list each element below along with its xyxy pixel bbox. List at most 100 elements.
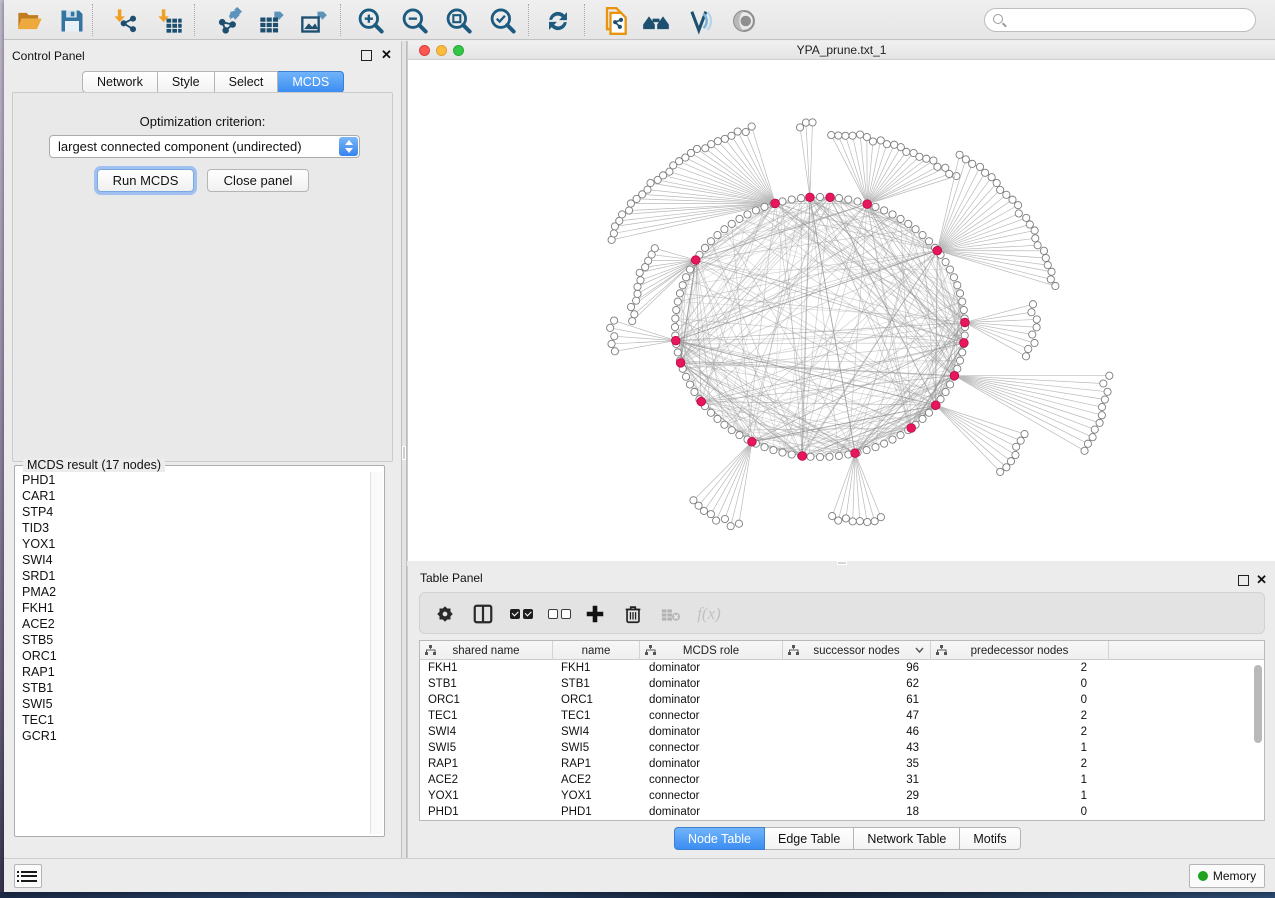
column-header-successor-nodes[interactable]: successor nodes <box>783 641 931 660</box>
zoom-in-button[interactable] <box>356 7 384 35</box>
table-cell-name: SWI5 <box>553 740 640 756</box>
tab-network-table[interactable]: Network Table <box>854 827 960 850</box>
table-row[interactable]: SWI4SWI4dominator462 <box>420 724 1264 740</box>
zoom-selected-button[interactable] <box>488 7 516 35</box>
import-network-button[interactable] <box>112 7 140 35</box>
splitter-grip[interactable] <box>402 446 406 460</box>
tab-node-table[interactable]: Node Table <box>674 827 765 850</box>
table-cell-name: TEC1 <box>553 708 640 724</box>
column-header-shared-name[interactable]: shared name <box>420 641 553 660</box>
function-builder-button[interactable]: f(x) <box>698 603 720 625</box>
table-row[interactable]: YOX1YOX1connector291 <box>420 788 1264 804</box>
mcds-result-node[interactable]: SWI5 <box>16 696 371 712</box>
table-row[interactable]: STB1STB1dominator620 <box>420 676 1264 692</box>
memory-button[interactable]: Memory <box>1189 864 1265 888</box>
show-log-button[interactable] <box>14 864 42 888</box>
mcds-result-node[interactable]: STB5 <box>16 632 371 648</box>
control-panel-tabs: Network Style Select MCDS <box>82 71 344 93</box>
run-mcds-button[interactable]: Run MCDS <box>97 169 194 192</box>
table-row[interactable]: TEC1TEC1connector472 <box>420 708 1264 724</box>
table-cell-successor-nodes: 29 <box>783 788 931 804</box>
mcds-result-node[interactable]: PHD1 <box>16 472 371 488</box>
mcds-result-node[interactable]: TEC1 <box>16 712 371 728</box>
mcds-result-list[interactable]: PHD1CAR1STP4TID3YOX1SWI4SRD1PMA2FKH1ACE2… <box>16 472 371 834</box>
mcds-result-node[interactable]: TID3 <box>16 520 371 536</box>
mcds-result-node[interactable]: SWI4 <box>16 552 371 568</box>
table-cell-shared-name: PHD1 <box>420 804 553 820</box>
export-image-button[interactable] <box>300 7 328 35</box>
close-table-panel-icon[interactable]: ✕ <box>1256 573 1267 587</box>
mcds-result-node[interactable]: YOX1 <box>16 536 371 552</box>
delete-columns-button[interactable] <box>622 603 644 625</box>
zoom-out-button[interactable] <box>400 7 428 35</box>
find-button[interactable] <box>642 7 670 35</box>
mcds-result-scrollbar[interactable] <box>370 472 383 834</box>
table-row[interactable]: FKH1FKH1dominator962 <box>420 660 1264 676</box>
table-row[interactable]: RAP1RAP1dominator352 <box>420 756 1264 772</box>
graphics-details-icon <box>686 7 714 35</box>
table-settings-button[interactable] <box>434 603 456 625</box>
hide-graphics-details-button[interactable] <box>730 7 758 35</box>
save-session-button[interactable] <box>58 7 86 35</box>
network-window-titlebar[interactable]: YPA_prune.txt_1 <box>408 41 1275 60</box>
table-scrollbar[interactable] <box>1252 661 1263 820</box>
table-cell-predecessor-nodes: 1 <box>931 740 1109 756</box>
network-graph[interactable] <box>408 61 1275 561</box>
mcds-result-node[interactable]: FKH1 <box>16 600 371 616</box>
export-table-button[interactable] <box>258 7 286 35</box>
column-header-predecessor-nodes[interactable]: predecessor nodes <box>931 641 1109 660</box>
delete-table-button[interactable] <box>660 603 682 625</box>
mcds-result-node[interactable]: SRD1 <box>16 568 371 584</box>
mcds-result-node[interactable]: PMA2 <box>16 584 371 600</box>
column-header-mcds-role[interactable]: MCDS role <box>640 641 783 660</box>
tree-icon <box>425 645 436 656</box>
list-icon <box>21 871 37 882</box>
mcds-result-node[interactable]: STB1 <box>16 680 371 696</box>
scrollbar-thumb[interactable] <box>1254 665 1262 743</box>
table-row[interactable]: PHD1PHD1dominator180 <box>420 804 1264 820</box>
table-cell-successor-nodes: 62 <box>783 676 931 692</box>
tab-select[interactable]: Select <box>215 71 279 93</box>
apply-layout-button[interactable] <box>544 7 572 35</box>
add-column-button[interactable] <box>584 603 606 625</box>
select-all-columns-button[interactable] <box>510 603 532 625</box>
show-column-panel-button[interactable] <box>472 603 494 625</box>
toolbar-separator <box>528 4 529 36</box>
tab-edge-table[interactable]: Edge Table <box>765 827 854 850</box>
table-row[interactable]: ACE2ACE2connector311 <box>420 772 1264 788</box>
table-cell-shared-name: SWI4 <box>420 724 553 740</box>
close-panel-icon[interactable]: ✕ <box>381 48 392 62</box>
search-input[interactable] <box>1009 10 1249 30</box>
network-canvas[interactable] <box>408 61 1275 561</box>
new-network-from-selection-button[interactable] <box>600 7 628 35</box>
show-graphics-details-button[interactable] <box>686 7 714 35</box>
tab-motifs[interactable]: Motifs <box>960 827 1020 850</box>
table-body[interactable]: FKH1FKH1dominator962STB1STB1dominator620… <box>420 660 1264 820</box>
zoom-fit-button[interactable] <box>444 7 472 35</box>
float-panel-icon[interactable] <box>361 50 372 61</box>
column-header-name[interactable]: name <box>553 641 640 660</box>
table-row[interactable]: ORC1ORC1dominator610 <box>420 692 1264 708</box>
mcds-result-node[interactable]: CAR1 <box>16 488 371 504</box>
table-row[interactable]: SWI5SWI5connector431 <box>420 740 1264 756</box>
import-table-button[interactable] <box>156 7 184 35</box>
close-panel-button[interactable]: Close panel <box>207 169 309 192</box>
mcds-result-node[interactable]: ORC1 <box>16 648 371 664</box>
splitter-grip[interactable] <box>837 561 847 565</box>
deselect-all-columns-button[interactable] <box>548 603 570 625</box>
mcds-result-node[interactable]: GCR1 <box>16 728 371 744</box>
table-cell-shared-name: FKH1 <box>420 660 553 676</box>
export-network-button[interactable] <box>214 7 242 35</box>
criterion-dropdown[interactable]: largest connected component (undirected) <box>49 135 360 158</box>
open-file-button[interactable] <box>16 7 44 35</box>
float-table-panel-icon[interactable] <box>1238 575 1249 586</box>
tab-mcds[interactable]: MCDS <box>278 71 344 93</box>
tab-style[interactable]: Style <box>158 71 215 93</box>
mcds-result-node[interactable]: STP4 <box>16 504 371 520</box>
table-cell-predecessor-nodes: 1 <box>931 788 1109 804</box>
tab-network[interactable]: Network <box>82 71 158 93</box>
table-cell-name: YOX1 <box>553 788 640 804</box>
toolbar-separator <box>92 4 93 36</box>
mcds-result-node[interactable]: RAP1 <box>16 664 371 680</box>
mcds-result-node[interactable]: ACE2 <box>16 616 371 632</box>
